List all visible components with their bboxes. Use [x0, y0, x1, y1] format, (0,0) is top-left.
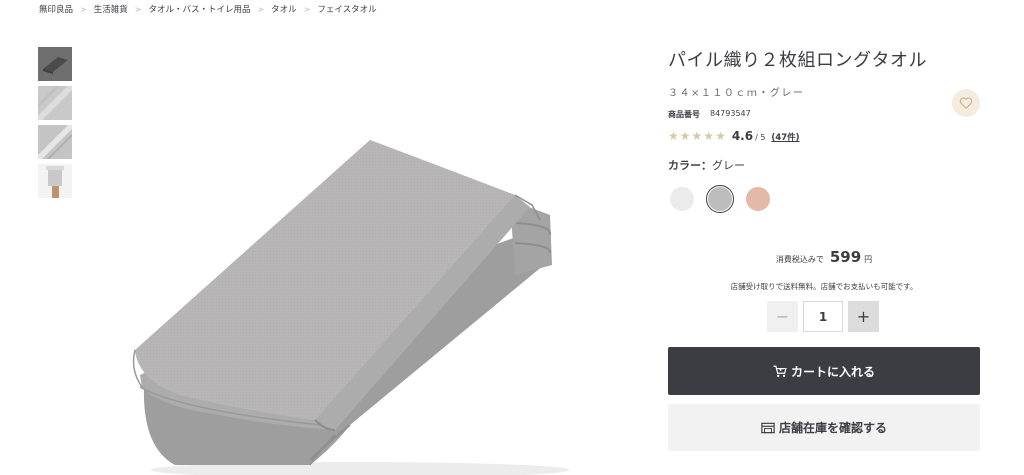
product-info: パイル織り２枚組ロングタオル ３４×１１０ｃｍ・グレー 商品番号 8479354…: [668, 46, 988, 213]
quantity-minus-button[interactable]: −: [767, 301, 798, 332]
add-to-cart-button[interactable]: カートに入れる: [668, 347, 980, 395]
product-main-image: [120, 125, 600, 475]
color-swatch-pink[interactable]: [744, 185, 772, 213]
thumbnail-4[interactable]: [38, 164, 72, 198]
breadcrumb: 無印良品 > 生活雑貨 > タオル・バス・トイレ用品 > タオル > フェイスタ…: [39, 3, 377, 16]
shipping-note: 店舗受け取りで送料無料。店舗でお支払いも可能です。: [730, 282, 918, 291]
star-icon: ★: [668, 129, 679, 143]
product-code-label: 商品番号: [668, 110, 700, 119]
cart-icon: [773, 365, 787, 377]
breadcrumb-item-towel[interactable]: タオル: [271, 3, 297, 15]
color-swatch-gray[interactable]: [706, 185, 734, 213]
product-title: パイル織り２枚組ロングタオル: [668, 50, 927, 71]
check-store-stock-button[interactable]: 店舗在庫を確認する: [668, 404, 980, 451]
store-icon: [761, 422, 775, 433]
star-icon: ★: [715, 129, 726, 143]
price-unit: 円: [864, 255, 873, 264]
towel-illustration: [132, 140, 570, 475]
product-code: 84793547: [710, 109, 751, 118]
add-to-cart-label: カートに入れる: [790, 364, 875, 379]
thumbnail-list: [38, 47, 72, 198]
check-store-stock-label: 店舗在庫を確認する: [778, 421, 887, 435]
breadcrumb-separator: >: [80, 4, 87, 14]
star-icon: ★: [691, 129, 703, 143]
quantity-input[interactable]: 1: [803, 301, 843, 332]
quantity-stepper: − 1 +: [767, 301, 879, 332]
price-row: 消費税込みで 599 円: [668, 248, 980, 266]
breadcrumb-separator: >: [134, 4, 142, 14]
breadcrumb-item-zakka[interactable]: 生活雑貨: [94, 3, 128, 15]
breadcrumb-separator: >: [303, 4, 311, 14]
rating-row: ★ ★ ★ ★ ★ 4.6 / 5 (47件): [668, 129, 988, 143]
thumbnail-1[interactable]: [38, 47, 72, 81]
thumbnail-3[interactable]: [38, 125, 72, 159]
heart-icon: [959, 97, 973, 110]
price-amount: 599: [829, 248, 862, 266]
star-icon: ★: [703, 129, 715, 143]
rating-out-of: / 5: [755, 133, 766, 142]
color-label: カラー：: [668, 159, 712, 172]
breadcrumb-item-towel-bath[interactable]: タオル・バス・トイレ用品: [148, 3, 250, 15]
color-swatches: [668, 185, 988, 213]
color-value: グレー: [712, 159, 745, 172]
thumbnail-2[interactable]: [38, 86, 72, 120]
rating-value: 4.6: [731, 129, 754, 143]
favorite-button[interactable]: [952, 89, 980, 117]
breadcrumb-separator: >: [257, 4, 265, 14]
breadcrumb-item-muji[interactable]: 無印良品: [39, 3, 73, 15]
star-icon: ★: [679, 129, 691, 143]
price-prefix: 消費税込みで: [775, 255, 824, 264]
product-subtitle: ３４×１１０ｃｍ・グレー: [668, 88, 805, 99]
quantity-plus-button[interactable]: +: [848, 301, 879, 332]
review-count-link[interactable]: (47件): [771, 131, 799, 143]
product-code-row: 商品番号 84793547: [668, 109, 988, 120]
rating-stars: ★ ★ ★ ★ ★: [668, 130, 726, 142]
color-swatch-white[interactable]: [668, 185, 696, 213]
color-selector-label: カラー：グレー: [668, 157, 988, 173]
breadcrumb-item-face-towel[interactable]: フェイスタオル: [317, 3, 376, 15]
